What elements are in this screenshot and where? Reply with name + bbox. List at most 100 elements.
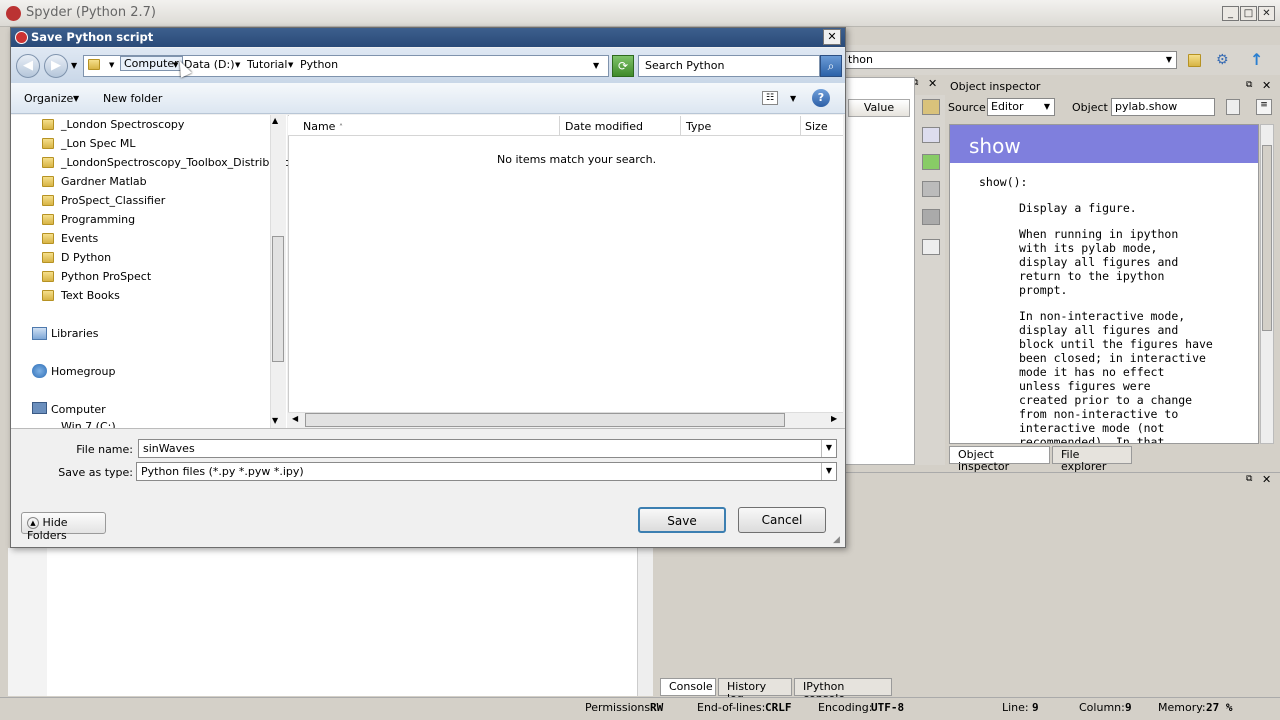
column-header-size[interactable]: Size	[801, 116, 843, 136]
search-input[interactable]: Search Python	[638, 55, 820, 77]
forward-arrow-icon[interactable]: ▶	[44, 54, 68, 78]
close-icon[interactable]: ✕	[823, 29, 841, 45]
scroll-left-icon[interactable]: ◀	[292, 414, 298, 423]
chevron-down-icon[interactable]: ▼	[1040, 99, 1054, 115]
line-value: 9	[1032, 701, 1039, 714]
close-icon[interactable]: ✕	[1258, 6, 1275, 21]
maximize-icon[interactable]: □	[1240, 6, 1257, 21]
save-as-icon[interactable]	[922, 209, 940, 225]
nav-computer[interactable]: Computer	[51, 403, 106, 416]
working-directory-combo[interactable]: thon	[845, 51, 1177, 69]
view-options-icon[interactable]: ☷	[762, 91, 778, 105]
scroll-down-icon[interactable]: ▼	[272, 416, 278, 425]
dialog-title: Save Python script	[31, 30, 154, 44]
folder-icon[interactable]	[1188, 54, 1201, 67]
chevron-up-icon: ▲	[27, 517, 39, 529]
nav-drive-c[interactable]: Win 7 (C:)	[61, 420, 116, 428]
chevron-down-icon[interactable]: ▼	[790, 94, 796, 103]
window-title: Spyder (Python 2.7)	[26, 5, 156, 20]
close-pane-icon[interactable]: ✕	[1262, 473, 1271, 486]
nav-folder-item[interactable]: _Lon Spec ML	[61, 137, 136, 150]
close-pane-icon[interactable]: ✕	[928, 77, 938, 90]
object-inspector-content: show show(): Display a figure. When runn…	[949, 124, 1259, 444]
chevron-down-icon[interactable]: ▼	[109, 61, 114, 69]
options-icon[interactable]	[922, 239, 940, 255]
minimize-icon[interactable]: _	[1222, 6, 1239, 21]
save-button[interactable]: Save	[638, 507, 726, 533]
scroll-up-icon[interactable]: ▲	[272, 116, 278, 125]
nav-libraries[interactable]: Libraries	[51, 327, 99, 340]
object-inspector-title: Object inspector	[950, 80, 1041, 93]
scrollbar-thumb[interactable]	[272, 236, 284, 362]
doc-heading: show	[950, 125, 1258, 163]
column-label: Column:	[1079, 701, 1125, 714]
scrollbar-thumb[interactable]	[1262, 145, 1272, 331]
chevron-down-icon[interactable]: ▼	[73, 94, 79, 103]
chevron-down-icon[interactable]: ▼	[821, 440, 836, 457]
close-pane-icon[interactable]: ✕	[1262, 79, 1271, 92]
column-header-value[interactable]: Value	[848, 99, 910, 117]
nav-folder-item[interactable]: Events	[61, 232, 98, 245]
resize-grip-icon[interactable]: ◢	[833, 535, 840, 545]
tab-console[interactable]: Console	[660, 678, 716, 696]
back-arrow-icon[interactable]: ◀	[16, 54, 40, 78]
options-icon[interactable]: ≡	[1256, 99, 1272, 115]
spyder-app-icon	[15, 31, 28, 44]
save-as-type-select[interactable]: Python files (*.py *.pyw *.ipy)	[136, 462, 837, 481]
doc-signature: show():	[979, 175, 1028, 189]
refresh-icon[interactable]: ⟳	[612, 55, 634, 77]
tab-ipython-console[interactable]: IPython console	[794, 678, 892, 705]
save-icon[interactable]	[922, 181, 940, 197]
download-icon[interactable]	[922, 154, 940, 170]
undock-icon[interactable]: ⧉	[1246, 474, 1252, 484]
nav-folder-item[interactable]: Text Books	[61, 289, 120, 302]
column-header-type[interactable]: Type	[681, 116, 801, 136]
nav-folder-item[interactable]: Gardner Matlab	[61, 175, 147, 188]
parent-dir-icon[interactable]: ↑	[1250, 50, 1266, 69]
nav-folder-item[interactable]: _London Spectroscopy	[61, 118, 184, 131]
nav-folder-item[interactable]: Programming	[61, 213, 135, 226]
object-inspector-scrollbar[interactable]	[1260, 124, 1274, 444]
organize-button[interactable]: Organize	[24, 92, 73, 105]
chevron-down-icon[interactable]: ▼	[821, 463, 836, 480]
help-icon[interactable]: ?	[812, 89, 830, 107]
nav-homegroup[interactable]: Homegroup	[51, 365, 115, 378]
lock-icon[interactable]	[1226, 99, 1240, 115]
chevron-down-icon[interactable]: ▼	[288, 61, 293, 69]
spyder-app-icon	[6, 6, 21, 21]
breadcrumb-tutorial[interactable]: Tutorial	[247, 58, 287, 71]
chevron-down-icon[interactable]: ▼	[235, 61, 240, 69]
folder-icon	[42, 138, 54, 149]
nav-folder-item[interactable]: ProSpect_Classifier	[61, 194, 165, 207]
nav-folder-item[interactable]: D Python	[61, 251, 111, 264]
editor-scrollbar[interactable]	[637, 548, 653, 696]
column-header-name[interactable]: Name ˄	[288, 116, 560, 136]
memory-value: 27 %	[1206, 701, 1233, 714]
recent-pages-chevron-icon[interactable]: ▼	[71, 61, 77, 70]
editor-area[interactable]	[47, 548, 637, 696]
new-folder-button[interactable]: New folder	[103, 92, 162, 105]
object-input[interactable]: pylab.show	[1111, 98, 1215, 116]
search-icon[interactable]: ⌕	[820, 55, 842, 77]
scroll-right-icon[interactable]: ▶	[831, 414, 837, 423]
breadcrumb-python[interactable]: Python	[300, 58, 338, 71]
refresh-icon[interactable]	[922, 127, 940, 143]
variable-explorer	[845, 77, 915, 465]
tab-file-explorer[interactable]: File explorer	[1052, 446, 1132, 473]
chevron-down-icon[interactable]: ▼	[1162, 52, 1176, 68]
address-history-chevron-icon[interactable]: ▼	[593, 61, 599, 70]
nav-folder-item[interactable]: Python ProSpect	[61, 270, 151, 283]
python-path-icon[interactable]: ⚙	[1216, 52, 1236, 68]
import-data-icon[interactable]	[922, 99, 940, 115]
nav-folder-item[interactable]: _LondonSpectroscopy_Toolbox_Distribution	[61, 156, 297, 169]
scrollbar-thumb[interactable]	[305, 413, 785, 427]
hide-folders-button[interactable]: ▲ Hide Folders	[21, 512, 106, 542]
undock-icon[interactable]: ⧉	[1246, 80, 1252, 90]
homegroup-icon	[32, 364, 47, 378]
tab-history-log[interactable]: History log	[718, 678, 792, 705]
file-name-input[interactable]: sinWaves	[138, 439, 837, 458]
column-header-date-modified[interactable]: Date modified	[560, 116, 681, 136]
tab-object-inspector[interactable]: Object inspector	[949, 446, 1050, 473]
cancel-button[interactable]: Cancel	[738, 507, 826, 533]
breadcrumb-data-drive[interactable]: Data (D:)	[184, 58, 235, 71]
